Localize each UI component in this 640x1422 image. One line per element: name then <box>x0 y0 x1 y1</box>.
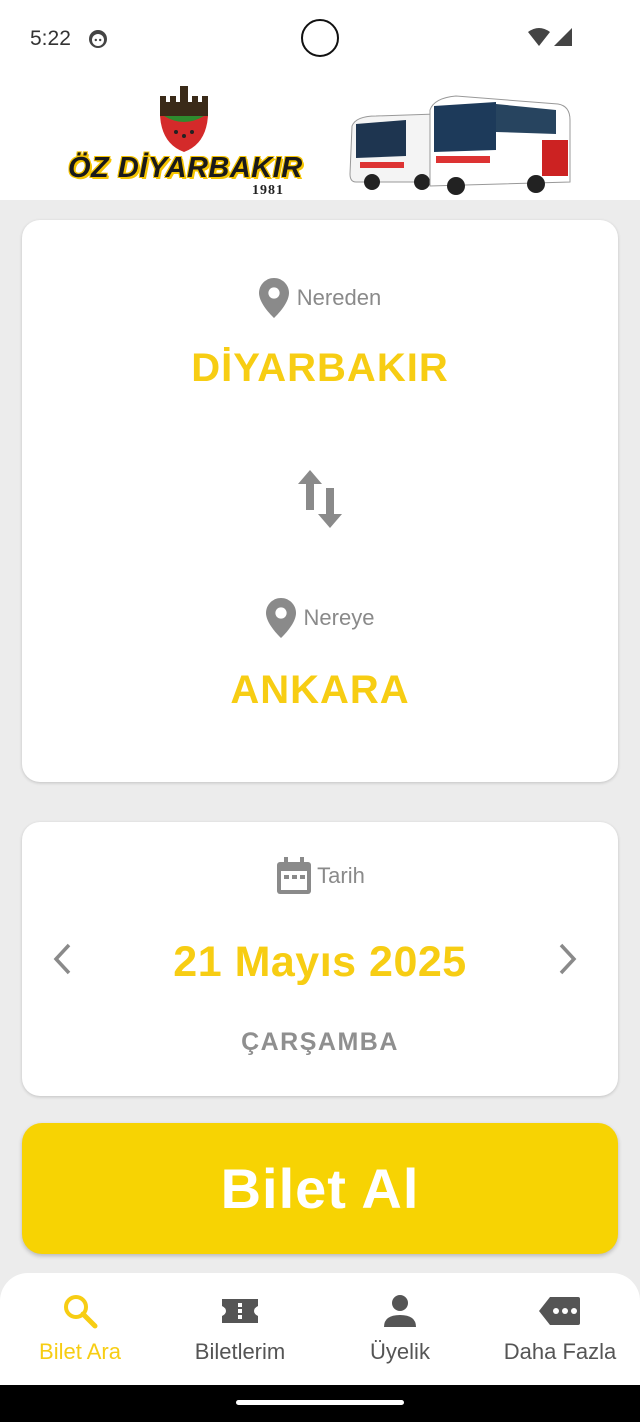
nav-label: Bilet Ara <box>39 1339 121 1364</box>
from-caption-row: Nereden <box>22 278 618 318</box>
from-caption: Nereden <box>296 285 382 310</box>
buy-ticket-label: Bilet Al <box>220 1157 420 1220</box>
camera-cutout <box>301 19 339 57</box>
location-pin-icon <box>265 598 296 638</box>
date-caption-row: Tarih <box>22 856 618 896</box>
nav-membership[interactable]: Üyelik <box>320 1273 480 1385</box>
next-day-button[interactable] <box>548 934 588 984</box>
to-city[interactable]: ANKARA <box>230 668 409 713</box>
more-icon <box>539 1297 580 1325</box>
person-icon <box>384 1295 416 1327</box>
swap-route-button[interactable] <box>290 464 350 534</box>
location-pin-icon <box>258 278 289 318</box>
buy-ticket-button[interactable]: Bilet Al <box>22 1123 618 1254</box>
to-caption: Nereye <box>303 605 375 630</box>
nav-label: Üyelik <box>370 1339 430 1364</box>
brand-year: 1981 <box>252 183 284 198</box>
signal-icons <box>528 28 572 46</box>
assistant-icon <box>89 30 107 48</box>
to-city-field[interactable]: ANKARA <box>22 668 618 713</box>
date-display[interactable]: 21 Mayıs 2025 <box>22 934 618 990</box>
from-city[interactable]: DİYARBAKIR <box>191 346 448 391</box>
nav-my-tickets[interactable]: Biletlerim <box>160 1273 320 1385</box>
bottom-navigation: Bilet Ara Biletlerim Üyelik Daha Fazla <box>0 1273 640 1385</box>
search-icon <box>64 1295 98 1329</box>
brand-logo: ÖZ DİYARBAKIR 1981 <box>66 82 302 198</box>
nav-label: Daha Fazla <box>503 1339 617 1364</box>
from-city-field[interactable]: DİYARBAKIR <box>22 346 618 391</box>
brand-name: ÖZ DİYARBAKIR <box>68 152 303 184</box>
calendar-icon <box>277 857 312 894</box>
app-header: ÖZ DİYARBAKIR 1981 <box>0 78 640 200</box>
ticket-icon <box>222 1299 258 1323</box>
selected-date[interactable]: 21 Mayıs 2025 <box>173 938 466 987</box>
weekday-label: ÇARŞAMBA <box>241 1028 399 1056</box>
status-bar: 5:22 <box>0 0 640 78</box>
bus-image <box>349 95 571 195</box>
system-gesture-bar <box>0 1385 640 1422</box>
home-gesture-handle[interactable] <box>236 1400 404 1405</box>
to-caption-row: Nereye <box>22 598 618 638</box>
swap-icon <box>298 470 342 528</box>
weekday-row: ÇARŞAMBA <box>22 1028 618 1057</box>
date-caption: Tarih <box>317 863 365 888</box>
nav-label: Biletlerim <box>194 1339 286 1364</box>
nav-more[interactable]: Daha Fazla <box>480 1273 640 1385</box>
chevron-right-icon <box>559 943 577 975</box>
date-card: Tarih 21 Mayıs 2025 ÇARŞAMBA <box>22 822 618 1096</box>
city-seal-icon <box>160 86 208 152</box>
route-card: Nereden DİYARBAKIR Nereye ANKARA <box>22 220 618 782</box>
nav-search-ticket[interactable]: Bilet Ara <box>0 1273 160 1385</box>
status-time: 5:22 <box>30 27 71 50</box>
